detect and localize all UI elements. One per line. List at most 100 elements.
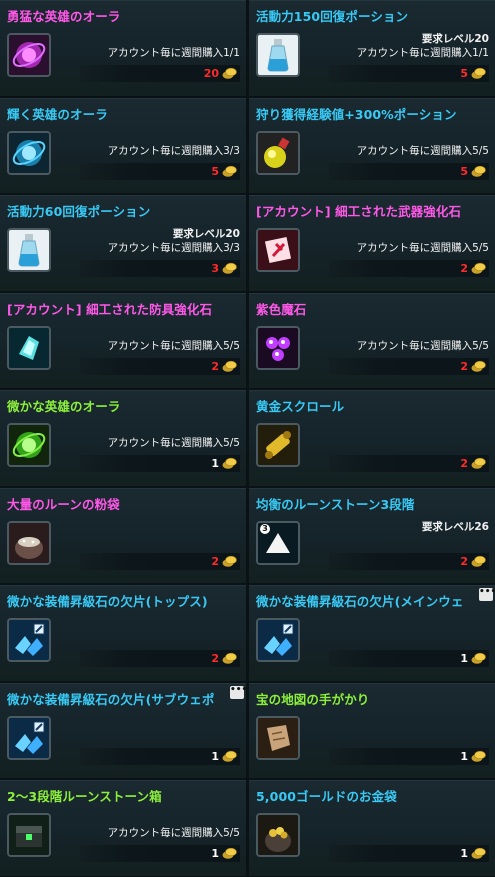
- gold-coin-icon: [470, 846, 487, 860]
- tier-badge: 3: [260, 523, 270, 534]
- gold-coin-icon: [470, 261, 487, 275]
- purple-gem-icon[interactable]: [256, 325, 300, 370]
- shop-item-card[interactable]: 均衡のルーンストーン3段階 3 要求レベル26 2: [249, 487, 495, 583]
- gold-coin-icon: [470, 554, 487, 568]
- purchase-limit: アカウント毎に週間購入5/5: [107, 339, 240, 352]
- gold-coin-icon: [221, 749, 238, 763]
- shop-item-card[interactable]: 微かな装備昇級石の欠片(トップス) 2: [0, 585, 246, 681]
- item-name: 5,000ゴールドのお金袋: [256, 789, 397, 804]
- gold-coin-icon: [221, 846, 238, 860]
- item-price: 1: [460, 749, 468, 763]
- gold-coin-icon: [221, 456, 238, 470]
- aura-magenta-icon[interactable]: [7, 33, 51, 77]
- shop-item-card[interactable]: 微かな装備昇級石の欠片(サブウェポ 1 •••: [0, 682, 246, 778]
- item-name: 宝の地図の手がかり: [256, 691, 370, 707]
- item-name: 微かな装備昇級石の欠片(メインウェ: [256, 594, 464, 609]
- item-name: 微かな英雄のオーラ: [7, 399, 121, 414]
- gold-coin-icon: [221, 651, 238, 665]
- item-price: 1: [460, 847, 468, 860]
- gold-coin-icon: [470, 749, 487, 763]
- armor-stone-icon[interactable]: [7, 325, 51, 370]
- purchase-limit: アカウント毎に週間購入1/1: [107, 47, 240, 59]
- required-level: 要求レベル20: [172, 228, 240, 240]
- item-name: 紫色魔石: [256, 301, 307, 317]
- item-name: [アカウント] 細工された防具強化石: [7, 301, 213, 317]
- item-price: 2: [460, 554, 468, 568]
- upgrade-shard-icon[interactable]: [7, 618, 51, 662]
- item-price: 1: [460, 652, 468, 665]
- item-name: 2～3段階ルーンストーン箱: [7, 789, 162, 804]
- shop-item-grid: 勇猛な英雄のオーラ アカウント毎に週間購入1/1 20 活動力150回復ポーション 要求…: [0, 0, 495, 877]
- aura-green-icon[interactable]: [7, 423, 51, 467]
- item-price: 2: [460, 457, 468, 470]
- more-icon[interactable]: •••: [479, 588, 495, 601]
- shop-item-card[interactable]: 勇猛な英雄のオーラアカウント毎に週間購入1/1 20: [0, 0, 246, 96]
- item-price: 2: [460, 262, 468, 275]
- item-price: 2: [211, 652, 219, 665]
- item-price: 2: [460, 359, 468, 373]
- item-name: [アカウント] 細工された武器強化石: [256, 204, 462, 219]
- weapon-stone-icon[interactable]: [256, 228, 300, 272]
- item-price: 1: [211, 749, 219, 763]
- shop-item-card[interactable]: 5,000ゴールドのお金袋 1: [249, 780, 495, 876]
- item-price: 20: [203, 67, 219, 80]
- item-name: 大量のルーンの粉袋: [7, 496, 120, 512]
- potion-icon[interactable]: [7, 228, 51, 272]
- item-name: 黄金スクロール: [256, 399, 345, 414]
- more-icon[interactable]: •••: [230, 685, 246, 699]
- gold-scroll-icon[interactable]: [256, 423, 300, 467]
- shop-item-card[interactable]: 大量のルーンの粉袋 2: [0, 487, 246, 583]
- item-price: 5: [211, 164, 219, 178]
- purchase-limit: アカウント毎に週間購入5/5: [107, 437, 240, 449]
- item-price: 2: [211, 359, 219, 373]
- shop-item-card[interactable]: 狩り獲得経験値+300%ポーション アカウント毎に週間購入5/5 5: [249, 97, 495, 193]
- item-name: 勇猛な英雄のオーラ: [7, 9, 121, 24]
- shop-item-card[interactable]: 活動力150回復ポーション 要求レベル20 アカウント毎に週間購入1/1 5: [249, 0, 495, 96]
- gold-coin-icon: [221, 261, 238, 275]
- purchase-limit: アカウント毎に週間購入5/5: [356, 242, 489, 254]
- shop-item-card[interactable]: 2～3段階ルーンストーン箱 アカウント毎に週間購入5/5 1: [0, 780, 246, 876]
- item-name: 輝く英雄のオーラ: [7, 106, 108, 122]
- item-price: 5: [460, 67, 468, 80]
- shop-item-card[interactable]: [アカウント] 細工された防具強化石アカウント毎に週間購入5/5 2: [0, 292, 246, 388]
- gold-coin-icon: [470, 359, 487, 373]
- item-name: 活動力150回復ポーション: [256, 9, 409, 24]
- item-price: 1: [211, 457, 219, 470]
- treasure-map-icon[interactable]: [256, 715, 300, 760]
- runestone-icon[interactable]: 3: [256, 520, 300, 565]
- shop-item-card[interactable]: 微かな装備昇級石の欠片(メインウェ 1 •••: [249, 585, 495, 681]
- gold-coin-icon: [221, 66, 238, 80]
- purchase-limit: アカウント毎に週間購入5/5: [356, 144, 489, 157]
- gold-coin-icon: [470, 164, 487, 178]
- purchase-limit: アカウント毎に週間購入5/5: [356, 339, 489, 352]
- purchase-limit: アカウント毎に週間購入3/3: [107, 242, 240, 254]
- shop-item-card[interactable]: 活動力60回復ポーション 要求レベル20 アカウント毎に週間購入3/3 3: [0, 195, 246, 291]
- purchase-limit: アカウント毎に週間購入5/5: [107, 827, 240, 839]
- gold-coin-icon: [221, 554, 238, 568]
- upgrade-shard-icon[interactable]: [256, 618, 300, 662]
- potion-icon[interactable]: [256, 33, 300, 77]
- item-name: 均衡のルーンストーン3段階: [256, 496, 415, 512]
- exp-potion-icon[interactable]: [256, 130, 300, 175]
- aura-cyan-icon[interactable]: [7, 130, 51, 175]
- shop-item-card[interactable]: 輝く英雄のオーラアカウント毎に週間購入3/3 5: [0, 97, 246, 193]
- shop-item-card[interactable]: 紫色魔石アカウント毎に週間購入5/5 2: [249, 292, 495, 388]
- shop-item-card[interactable]: 宝の地図の手がかり 1: [249, 682, 495, 778]
- required-level: 要求レベル20: [421, 33, 489, 45]
- item-name: 微かな装備昇級石の欠片(サブウェポ: [7, 691, 215, 707]
- item-price: 2: [211, 554, 219, 568]
- gold-coin-icon: [470, 651, 487, 665]
- item-name: 微かな装備昇級石の欠片(トップス): [7, 594, 208, 609]
- purchase-limit: アカウント毎に週間購入1/1: [356, 47, 489, 59]
- shop-item-card[interactable]: 黄金スクロール 2: [249, 390, 495, 486]
- gold-pouch-icon[interactable]: [256, 813, 300, 857]
- item-name: 活動力60回復ポーション: [7, 204, 151, 219]
- runestone-box-icon[interactable]: [7, 813, 51, 857]
- purchase-limit: アカウント毎に週間購入3/3: [107, 144, 240, 157]
- required-level: 要求レベル26: [421, 520, 489, 533]
- gold-coin-icon: [470, 66, 487, 80]
- shop-item-card[interactable]: 微かな英雄のオーラアカウント毎に週間購入5/5 1: [0, 390, 246, 486]
- rune-powder-bag-icon[interactable]: [7, 520, 51, 565]
- upgrade-shard-icon[interactable]: [7, 715, 51, 760]
- shop-item-card[interactable]: [アカウント] 細工された武器強化石アカウント毎に週間購入5/5 2: [249, 195, 495, 291]
